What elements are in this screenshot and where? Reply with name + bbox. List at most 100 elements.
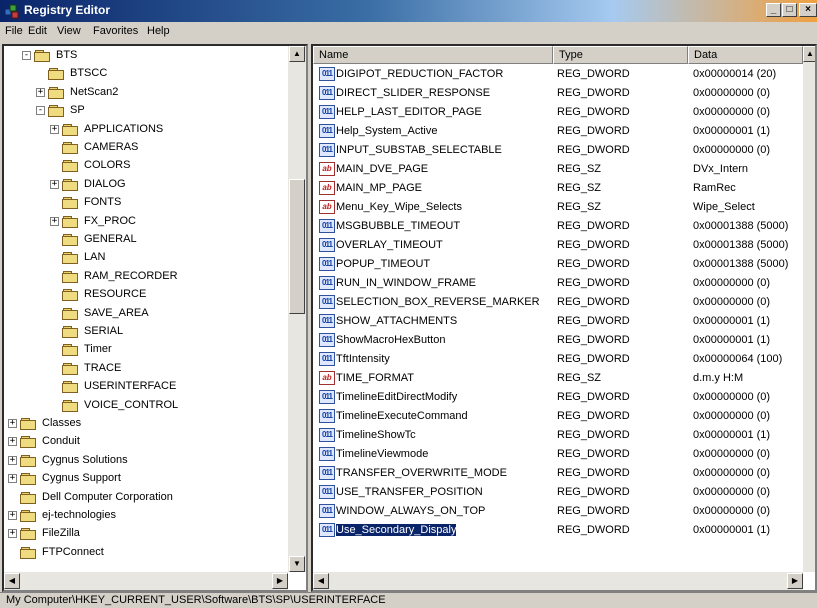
column-header-data[interactable]: Data xyxy=(688,46,803,64)
binary-value-icon: 011 xyxy=(319,428,335,442)
value-name: INPUT_SUBSTAB_SELECTABLE xyxy=(336,144,502,156)
table-row[interactable]: 011 OVERLAY_TIMEOUT REG_DWORD 0x00001388 (5… xyxy=(313,236,803,255)
value-name: TimelineExecuteCommand xyxy=(336,410,468,422)
table-row[interactable]: 011 TftIntensity REG_DWORD 0x00000064 (100) xyxy=(313,350,803,369)
expand-icon[interactable]: + xyxy=(8,419,17,428)
table-row[interactable]: 011 DIRECT_SLIDER_RESPONSE REG_DWORD 0x0000… xyxy=(313,84,803,103)
table-row[interactable]: 011 Use_Secondary_Dispaly REG_DWORD 0x00000… xyxy=(313,521,803,540)
close-button[interactable]: × xyxy=(799,3,817,17)
values-list-pane[interactable]: Name Type Data 011 DIGIPOT_REDUCTION_FACT… xyxy=(311,44,817,592)
folder-icon xyxy=(48,68,65,81)
expand-icon[interactable]: + xyxy=(8,474,17,484)
tree-vertical-scrollbar[interactable]: ▲ ▼ xyxy=(288,46,306,572)
expand-icon[interactable]: + xyxy=(50,124,59,134)
key-tree-pane[interactable]: - BTS BTSCC + NetScan2 - SP + APPLICATIONS CAMERA… xyxy=(2,44,308,592)
expand-icon[interactable]: + xyxy=(50,216,59,226)
table-row[interactable]: 011 INPUT_SUBSTAB_SELECTABLE REG_DWORD 0x00… xyxy=(313,141,803,160)
value-type: REG_DWORD xyxy=(557,429,630,441)
value-name: Help_System_Active xyxy=(336,125,438,137)
tree-node-label: RESOURCE xyxy=(84,288,147,301)
table-row[interactable]: 011 SHOW_ATTACHMENTS REG_DWORD 0x00000001 (… xyxy=(313,312,803,331)
scroll-right-arrow-icon[interactable]: ▶ xyxy=(787,573,803,589)
table-row[interactable]: 011 WINDOW_ALWAYS_ON_TOP REG_DWORD 0x000000… xyxy=(313,502,803,521)
scroll-down-arrow-icon[interactable]: ▼ xyxy=(289,556,305,572)
binary-value-icon: 011 xyxy=(319,485,335,499)
title-bar[interactable]: Registry Editor _ □ × xyxy=(0,0,817,22)
menu-view[interactable]: View xyxy=(57,25,81,37)
binary-value-icon: 011 xyxy=(319,447,335,461)
binary-value-icon: 011 xyxy=(319,86,335,100)
scroll-up-arrow-icon[interactable]: ▲ xyxy=(289,46,305,62)
list-horizontal-scrollbar[interactable]: ◀ ▶ xyxy=(313,572,803,590)
string-value-icon: ab xyxy=(319,371,335,385)
value-data: 0x00000001 (1) xyxy=(693,429,771,441)
table-row[interactable]: 011 HELP_LAST_EDITOR_PAGE REG_DWORD 0x00000… xyxy=(313,103,803,122)
scroll-right-arrow-icon[interactable]: ▶ xyxy=(272,573,288,589)
value-name: SELECTION_BOX_REVERSE_MARKER xyxy=(336,296,540,308)
folder-icon xyxy=(62,270,79,283)
folder-icon xyxy=(62,215,79,228)
menu-favorites[interactable]: Favorites xyxy=(93,25,138,37)
value-type: REG_DWORD xyxy=(557,296,630,308)
value-name: OVERLAY_TIMEOUT xyxy=(336,239,443,251)
scroll-left-arrow-icon[interactable]: ◀ xyxy=(313,573,329,589)
table-row[interactable]: 011 MSGBUBBLE_TIMEOUT REG_DWORD 0x00001388 … xyxy=(313,217,803,236)
value-type: REG_DWORD xyxy=(557,391,630,403)
scroll-thumb[interactable] xyxy=(289,179,305,314)
table-row[interactable]: 011 TimelineViewmode REG_DWORD 0x00000000 (… xyxy=(313,445,803,464)
value-data: 0x00000000 (0) xyxy=(693,106,771,118)
table-row[interactable]: 011 TimelineShowTc REG_DWORD 0x00000001 (1) xyxy=(313,426,803,445)
value-data: 0x00000014 (20) xyxy=(693,68,777,80)
tree-horizontal-scrollbar[interactable]: ◀ ▶ xyxy=(4,572,288,590)
expand-icon[interactable]: + xyxy=(36,87,45,97)
menu-edit[interactable]: Edit xyxy=(28,25,47,37)
expand-icon[interactable]: + xyxy=(8,437,17,447)
menu-file[interactable]: File xyxy=(5,25,23,37)
expand-icon[interactable]: + xyxy=(8,511,17,520)
table-row[interactable]: 011 RUN_IN_WINDOW_FRAME REG_DWORD 0x0000000… xyxy=(313,274,803,293)
table-row[interactable]: ab Menu_Key_Wipe_Selects REG_SZ Wipe_Select xyxy=(313,198,803,217)
table-row[interactable]: 011 SELECTION_BOX_REVERSE_MARKER REG_DWORD… xyxy=(313,293,803,312)
folder-icon xyxy=(62,160,79,173)
table-row[interactable]: 011 POPUP_TIMEOUT REG_DWORD 0x00001388 (500… xyxy=(313,255,803,274)
table-row[interactable]: ab MAIN_MP_PAGE REG_SZ RamRec xyxy=(313,179,803,198)
scroll-up-arrow-icon[interactable]: ▲ xyxy=(803,46,815,62)
table-row[interactable]: 011 TimelineEditDirectModify REG_DWORD 0x00… xyxy=(313,388,803,407)
table-row[interactable]: 011 ShowMacroHexButton REG_DWORD 0x00000001… xyxy=(313,331,803,350)
expand-icon[interactable]: + xyxy=(50,179,59,189)
column-header-name[interactable]: Name xyxy=(313,46,553,64)
collapse-icon[interactable]: - xyxy=(36,106,45,116)
value-data: 0x00000001 (1) xyxy=(693,125,771,137)
binary-value-icon: 011 xyxy=(319,409,335,423)
value-type: REG_DWORD xyxy=(557,258,630,270)
value-type: REG_DWORD xyxy=(557,144,630,156)
table-row[interactable]: 011 TRANSFER_OVERWRITE_MODE REG_DWORD 0x000… xyxy=(313,464,803,483)
minimize-button[interactable]: _ xyxy=(766,3,781,17)
value-type: REG_DWORD xyxy=(557,315,630,327)
folder-icon xyxy=(62,362,79,375)
binary-value-icon: 011 xyxy=(319,504,335,518)
column-header-type[interactable]: Type xyxy=(553,46,688,64)
table-row[interactable]: ab TIME_FORMAT REG_SZ d.m.y H:M xyxy=(313,369,803,388)
value-name: TimelineViewmode xyxy=(336,448,429,460)
expand-icon[interactable]: + xyxy=(8,529,17,539)
value-name: TimelineEditDirectModify xyxy=(336,391,458,403)
value-data: RamRec xyxy=(693,182,736,194)
collapse-icon[interactable]: - xyxy=(22,51,31,60)
scroll-left-arrow-icon[interactable]: ◀ xyxy=(4,573,20,589)
list-vertical-scrollbar[interactable]: ▲ xyxy=(803,46,815,572)
table-row[interactable]: 011 USE_TRANSFER_POSITION REG_DWORD 0x00000… xyxy=(313,483,803,502)
folder-icon xyxy=(20,436,37,449)
binary-value-icon: 011 xyxy=(319,105,335,119)
tree-node-label: LAN xyxy=(84,251,106,264)
table-row[interactable]: ab MAIN_DVE_PAGE REG_SZ DVx_Intern xyxy=(313,160,803,179)
table-row[interactable]: 011 TimelineExecuteCommand REG_DWORD 0x0000… xyxy=(313,407,803,426)
menu-help[interactable]: Help xyxy=(147,25,170,37)
tree-node-label: SP xyxy=(70,104,85,117)
expand-icon[interactable]: + xyxy=(8,455,17,465)
table-row[interactable]: 011 Help_System_Active REG_DWORD 0x00000001… xyxy=(313,122,803,141)
value-data: 0x00000000 (0) xyxy=(693,87,771,99)
maximize-button[interactable]: □ xyxy=(782,3,797,17)
value-type: REG_DWORD xyxy=(557,277,630,289)
table-row[interactable]: 011 DIGIPOT_REDUCTION_FACTOR REG_DWORD 0x00… xyxy=(313,65,803,84)
